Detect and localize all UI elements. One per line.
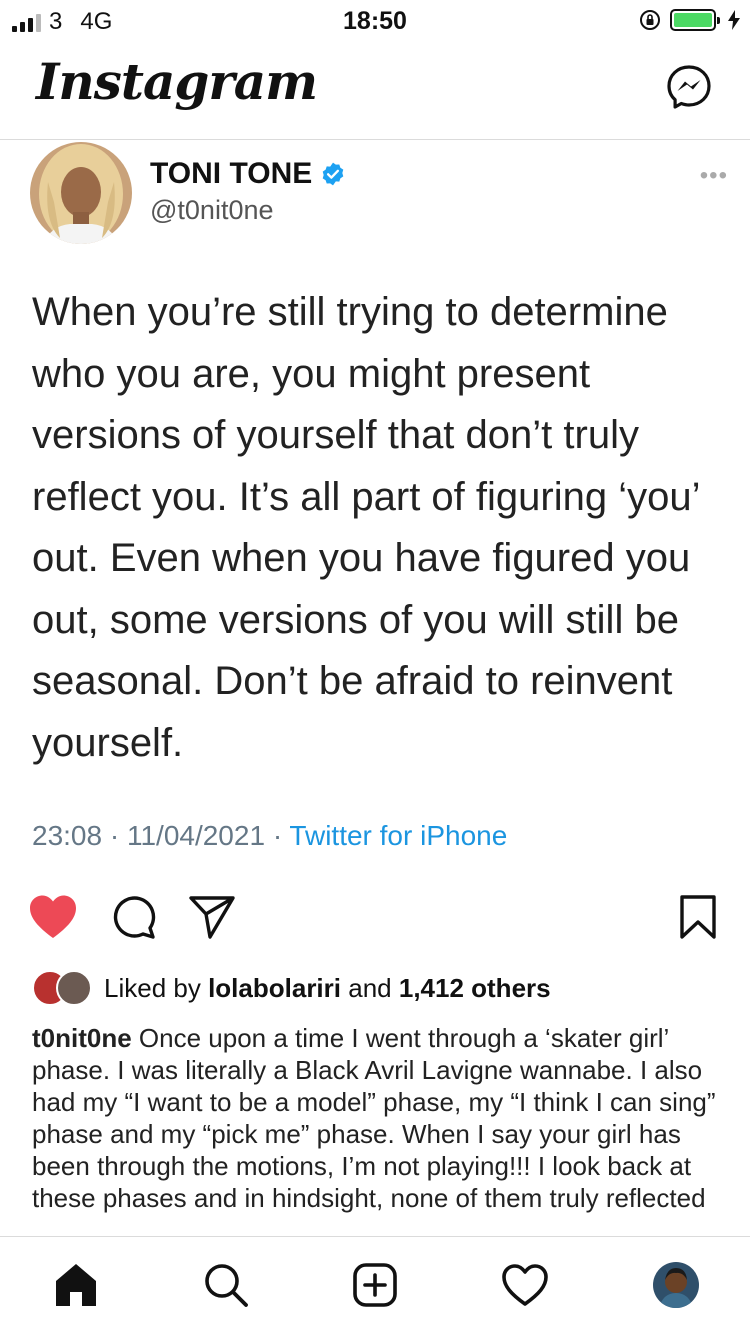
bottom-nav [0,1236,750,1334]
liker-avatar [56,970,92,1006]
comment-icon[interactable] [110,894,156,945]
tweet-source[interactable]: Twitter for iPhone [289,820,507,851]
tweet-author-name[interactable]: TONI TONE [150,157,346,191]
likes-summary[interactable]: Liked by lolabolariri and 1,412 others [32,968,551,1008]
messenger-icon[interactable] [666,64,712,115]
activity-heart-icon[interactable] [499,1259,551,1311]
status-bar: 3 4G 18:50 [0,0,750,40]
instagram-logo[interactable]: Instagram [36,52,318,111]
status-right [638,8,740,32]
charging-bolt-icon [728,10,740,30]
liker-avatars [32,970,94,1006]
home-icon[interactable] [50,1259,102,1311]
meta-separator: · [109,820,120,851]
bookmark-icon[interactable] [678,894,718,945]
more-dots-icon[interactable]: ••• [700,162,728,190]
likes-others[interactable]: 1,412 others [399,973,551,1004]
tweet-text: When you’re still trying to determine wh… [32,290,699,765]
search-icon[interactable] [200,1259,252,1311]
likes-prefix: Liked by [104,972,201,1003]
tweet-author-avatar[interactable] [30,142,132,244]
orientation-lock-icon [640,10,660,30]
likes-connector: and [348,972,392,1003]
author-name-text: TONI TONE [150,157,313,190]
tweet-card: TONI TONE @t0nit0ne ••• When you’re stil… [0,140,750,870]
post-actions [0,890,750,950]
profile-avatar[interactable] [650,1259,702,1311]
battery-icon [670,9,720,31]
heart-filled-icon[interactable] [28,894,78,945]
tweet-date: 11/04/2021 [126,820,266,851]
caption-username[interactable]: t0nit0ne [32,1023,132,1053]
liker-username[interactable]: lolabolariri [208,973,341,1004]
app-header: Instagram [0,44,750,140]
send-icon[interactable] [188,894,236,945]
post-caption: t0nit0ne Once upon a time I went through… [32,1022,732,1236]
verified-badge-icon [322,162,344,186]
tweet-time: 23:08 [32,820,103,851]
tweet-author-handle[interactable]: @t0nit0ne [150,195,274,226]
tweet-meta: 23:08 · 11/04/2021 · Twitter for iPhone [32,820,507,852]
meta-separator: · [272,820,283,851]
caption-text: Once upon a time I went through a ‘skate… [32,1023,716,1213]
new-post-icon[interactable] [349,1259,401,1311]
